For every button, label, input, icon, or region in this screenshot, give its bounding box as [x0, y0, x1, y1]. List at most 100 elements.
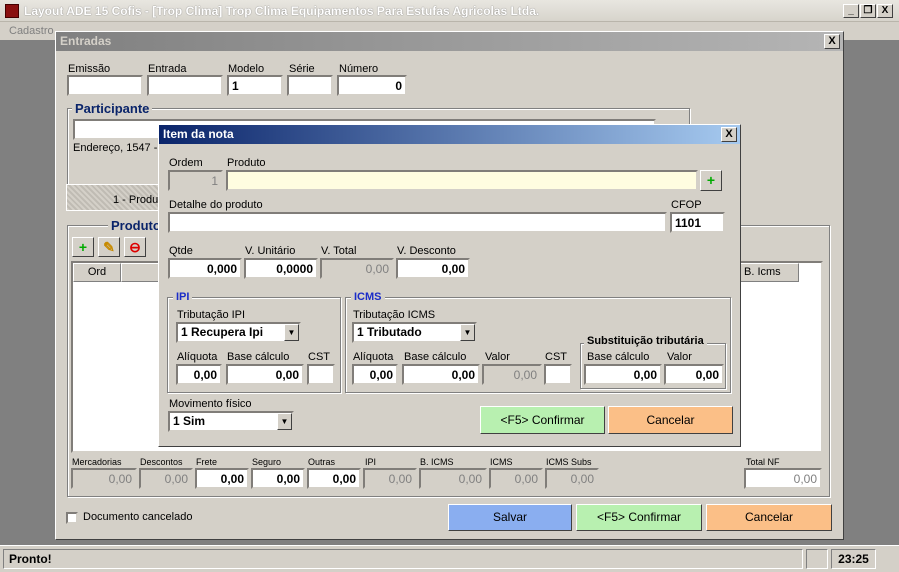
ipi-trib-label: Tributação IPI — [177, 309, 246, 321]
icms-cst-field[interactable] — [544, 364, 572, 385]
chevron-down-icon[interactable]: ▼ — [277, 413, 292, 430]
entrada-label: Entrada — [148, 63, 187, 75]
produto-field[interactable] — [226, 170, 698, 191]
st-valor-field[interactable]: 0,00 — [664, 364, 724, 385]
status-panel-empty — [806, 549, 828, 569]
ipi-aliq-label: Alíquota — [177, 351, 218, 363]
close-app-button[interactable]: X — [877, 4, 893, 18]
entradas-title-bar: Entradas — [56, 32, 843, 51]
modelo-field[interactable]: 1 — [227, 75, 283, 96]
produtos-title: Produto — [108, 218, 164, 233]
entradas-title: Entradas — [60, 34, 112, 48]
icms-subs-total-label: ICMS Subs — [546, 457, 592, 467]
mov-value: 1 Sim — [173, 414, 206, 428]
item-confirmar-button[interactable]: <F5> Confirmar — [480, 406, 605, 434]
icms-total-field: 0,00 — [489, 468, 543, 489]
vunit-label: V. Unitário — [245, 245, 296, 257]
participante-title: Participante — [72, 101, 153, 116]
icms-total-label: ICMS — [490, 457, 513, 467]
qtde-field[interactable]: 0,000 — [168, 258, 242, 279]
vdesc-field[interactable]: 0,00 — [396, 258, 470, 279]
descontos-field: 0,00 — [139, 468, 193, 489]
entradas-confirmar-button[interactable]: <F5> Confirmar — [576, 504, 702, 531]
outras-label: Outras — [308, 457, 336, 467]
grid-header-bicms[interactable]: B. Icms — [739, 263, 799, 282]
menu-cadastro[interactable]: Cadastro — [9, 25, 54, 37]
outras-field[interactable]: 0,00 — [307, 468, 361, 489]
cfop-field[interactable]: 1101 — [670, 212, 725, 233]
ordem-field: 1 — [168, 170, 223, 191]
descontos-label: Descontos — [140, 457, 183, 467]
seguro-field[interactable]: 0,00 — [251, 468, 305, 489]
icms-valor-field: 0,00 — [482, 364, 542, 385]
total-nf-field: 0,00 — [744, 468, 822, 489]
ordem-label: Ordem — [169, 157, 203, 169]
serie-field[interactable] — [287, 75, 333, 96]
status-bar: Pronto! 23:25 — [0, 545, 899, 572]
entradas-close-button[interactable]: X — [824, 34, 840, 49]
tab-produtos-label: 1 - Produt — [113, 194, 162, 206]
item-cancelar-button[interactable]: Cancelar — [608, 406, 733, 434]
app-title-bar: Layout ADE 15 Cofis - [Trop Clima] Trop … — [0, 0, 899, 22]
ipi-cst-label: CST — [308, 351, 330, 363]
emissao-field[interactable] — [67, 75, 143, 96]
icms-subs-total-field: 0,00 — [545, 468, 599, 489]
ipi-aliq-field[interactable]: 0,00 — [176, 364, 222, 385]
add-product-icon[interactable]: + — [700, 170, 722, 191]
entradas-cancelar-button[interactable]: Cancelar — [706, 504, 832, 531]
mov-select[interactable]: 1 Sim ▼ — [168, 411, 294, 432]
bicms-total-field: 0,00 — [419, 468, 487, 489]
ipi-trib-select[interactable]: 1 Recupera Ipi ▼ — [176, 322, 301, 343]
bicms-total-label: B. ICMS — [420, 457, 454, 467]
ipi-title: IPI — [173, 291, 193, 303]
ipi-total-label: IPI — [365, 457, 377, 467]
st-title: Substituição tributária — [584, 335, 707, 347]
ipi-base-field[interactable]: 0,00 — [226, 364, 304, 385]
documento-cancelado-checkbox[interactable] — [66, 512, 78, 524]
icms-trib-value: 1 Tributado — [357, 325, 422, 339]
vtotal-label: V. Total — [321, 245, 357, 257]
icms-base-label: Base cálculo — [404, 351, 467, 363]
detalhe-field[interactable] — [168, 212, 667, 233]
entrada-field[interactable] — [147, 75, 223, 96]
vunit-field[interactable]: 0,0000 — [244, 258, 318, 279]
app-title: Layout ADE 15 Cofis - [Trop Clima] Trop … — [24, 4, 540, 18]
add-icon[interactable]: + — [72, 237, 94, 257]
numero-label: Número — [339, 63, 379, 75]
delete-icon[interactable]: ⊖ — [124, 237, 146, 257]
icms-aliq-field[interactable]: 0,00 — [352, 364, 398, 385]
detalhe-label: Detalhe do produto — [169, 199, 263, 211]
salvar-button[interactable]: Salvar — [448, 504, 572, 531]
emissao-label: Emissão — [68, 63, 111, 75]
icms-base-field[interactable]: 0,00 — [402, 364, 480, 385]
mercadorias-field: 0,00 — [71, 468, 137, 489]
seguro-label: Seguro — [252, 457, 282, 467]
total-nf-label: Total NF — [746, 457, 780, 467]
qtde-label: Qtde — [169, 245, 193, 257]
edit-pencil-icon[interactable]: ✎ — [98, 237, 120, 257]
item-nota-title: Item da nota — [163, 127, 234, 141]
modelo-label: Modelo — [228, 63, 265, 75]
ipi-cst-field[interactable] — [307, 364, 335, 385]
icms-cst-label: CST — [545, 351, 567, 363]
status-text: Pronto! — [3, 549, 803, 569]
vtotal-field: 0,00 — [320, 258, 394, 279]
minimize-button[interactable]: _ — [843, 4, 859, 18]
tab-produtos[interactable]: 1 - Produt — [66, 184, 161, 211]
produto-label: Produto — [227, 157, 266, 169]
mercadorias-label: Mercadorias — [72, 457, 122, 467]
icms-trib-label: Tributação ICMS — [353, 309, 436, 321]
chevron-down-icon[interactable]: ▼ — [284, 324, 299, 341]
item-nota-close-button[interactable]: X — [721, 127, 737, 142]
cfop-label: CFOP — [671, 199, 702, 211]
restore-button[interactable]: ❐ — [860, 4, 876, 18]
grid-header-ord[interactable]: Ord — [73, 263, 121, 282]
st-base-field[interactable]: 0,00 — [584, 364, 662, 385]
frete-field[interactable]: 0,00 — [195, 468, 249, 489]
participante-address: Endereço, 1547 - — [73, 142, 158, 154]
mov-label: Movimento físico — [169, 398, 252, 410]
icms-trib-select[interactable]: 1 Tributado ▼ — [352, 322, 477, 343]
status-clock: 23:25 — [831, 549, 876, 569]
chevron-down-icon[interactable]: ▼ — [460, 324, 475, 341]
numero-field[interactable]: 0 — [337, 75, 407, 96]
